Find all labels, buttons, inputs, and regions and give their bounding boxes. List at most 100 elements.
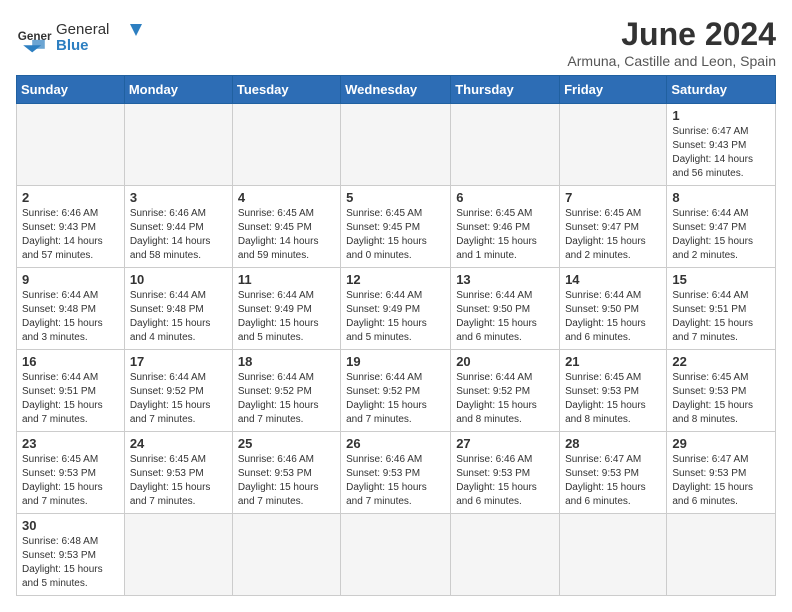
calendar-cell: 11Sunrise: 6:44 AM Sunset: 9:49 PM Dayli… — [232, 268, 340, 350]
day-info: Sunrise: 6:45 AM Sunset: 9:45 PM Dayligh… — [238, 207, 335, 263]
day-info: Sunrise: 6:44 AM Sunset: 9:52 PM Dayligh… — [238, 371, 335, 427]
day-info: Sunrise: 6:44 AM Sunset: 9:52 PM Dayligh… — [130, 371, 227, 427]
calendar-cell: 1 Sunrise: 6:47 AM Sunset: 9:43 PM Daylig… — [667, 104, 776, 186]
day-number: 29 — [672, 436, 770, 451]
calendar-cell: 10 Sunrise: 6:44 AM Sunset: 9:48 PM Dayli… — [124, 268, 232, 350]
day-number: 28 — [565, 436, 661, 451]
general-blue-logo: General Blue — [56, 16, 146, 54]
calendar-table: Sunday Monday Tuesday Wednesday Thursday… — [16, 75, 776, 596]
day-number: 19 — [346, 354, 445, 369]
calendar-cell: 8 Sunrise: 6:44 AM Sunset: 9:47 PM Daylig… — [667, 186, 776, 268]
calendar-cell: 26 Sunrise: 6:46 AM Sunset: 9:53 PM Dayli… — [341, 432, 451, 514]
day-info: Sunrise: 6:46 AM Sunset: 9:43 PM Dayligh… — [22, 207, 119, 263]
calendar-title: June 2024 — [567, 16, 776, 53]
day-info: Sunrise: 6:45 AM Sunset: 9:46 PM Dayligh… — [456, 207, 554, 263]
day-number: 6 — [456, 190, 554, 205]
day-info: Sunrise: 6:44 AM Sunset: 9:51 PM Dayligh… — [672, 289, 770, 345]
day-number: 1 — [672, 108, 770, 123]
day-number: 17 — [130, 354, 227, 369]
calendar-cell: 23 Sunrise: 6:45 AM Sunset: 9:53 PM Dayli… — [17, 432, 125, 514]
day-info: Sunrise: 6:47 AM Sunset: 9:53 PM Dayligh… — [565, 453, 661, 509]
day-number: 26 — [346, 436, 445, 451]
calendar-cell: 29 Sunrise: 6:47 AM Sunset: 9:53 PM Dayli… — [667, 432, 776, 514]
day-info: Sunrise: 6:44 AM Sunset: 9:52 PM Dayligh… — [346, 371, 445, 427]
week-row-4: 23 Sunrise: 6:45 AM Sunset: 9:53 PM Dayli… — [17, 432, 776, 514]
day-number: 30 — [22, 518, 119, 533]
calendar-cell: 22Sunrise: 6:45 AM Sunset: 9:53 PM Dayli… — [667, 350, 776, 432]
col-wednesday: Wednesday — [341, 76, 451, 104]
day-info: Sunrise: 6:47 AM Sunset: 9:43 PM Dayligh… — [672, 125, 770, 181]
day-number: 11 — [238, 272, 335, 287]
calendar-cell: 30Sunrise: 6:48 AM Sunset: 9:53 PM Dayli… — [17, 514, 125, 596]
day-info: Sunrise: 6:45 AM Sunset: 9:53 PM Dayligh… — [565, 371, 661, 427]
day-number: 20 — [456, 354, 554, 369]
col-friday: Friday — [560, 76, 667, 104]
calendar-cell — [232, 104, 340, 186]
calendar-cell: 27 Sunrise: 6:46 AM Sunset: 9:53 PM Dayli… — [451, 432, 560, 514]
title-area: June 2024 Armuna, Castille and Leon, Spa… — [567, 16, 776, 69]
week-row-0: 1 Sunrise: 6:47 AM Sunset: 9:43 PM Daylig… — [17, 104, 776, 186]
day-info: Sunrise: 6:44 AM Sunset: 9:47 PM Dayligh… — [672, 207, 770, 263]
day-info: Sunrise: 6:44 AM Sunset: 9:48 PM Dayligh… — [130, 289, 227, 345]
calendar-cell: 25Sunrise: 6:46 AM Sunset: 9:53 PM Dayli… — [232, 432, 340, 514]
day-number: 5 — [346, 190, 445, 205]
col-sunday: Sunday — [17, 76, 125, 104]
calendar-cell: 2 Sunrise: 6:46 AM Sunset: 9:43 PM Daylig… — [17, 186, 125, 268]
calendar-cell — [17, 104, 125, 186]
day-number: 21 — [565, 354, 661, 369]
calendar-cell — [124, 514, 232, 596]
header: General General Blue June 2024 Armuna, C… — [16, 16, 776, 69]
calendar-cell — [451, 104, 560, 186]
day-info: Sunrise: 6:44 AM Sunset: 9:48 PM Dayligh… — [22, 289, 119, 345]
day-number: 27 — [456, 436, 554, 451]
calendar-cell — [124, 104, 232, 186]
day-info: Sunrise: 6:46 AM Sunset: 9:53 PM Dayligh… — [238, 453, 335, 509]
day-number: 23 — [22, 436, 119, 451]
day-number: 4 — [238, 190, 335, 205]
calendar-cell: 9 Sunrise: 6:44 AM Sunset: 9:48 PM Daylig… — [17, 268, 125, 350]
calendar-cell: 7Sunrise: 6:45 AM Sunset: 9:47 PM Daylig… — [560, 186, 667, 268]
calendar-cell — [341, 104, 451, 186]
col-thursday: Thursday — [451, 76, 560, 104]
day-info: Sunrise: 6:45 AM Sunset: 9:53 PM Dayligh… — [672, 371, 770, 427]
day-number: 18 — [238, 354, 335, 369]
calendar-cell: 16Sunrise: 6:44 AM Sunset: 9:51 PM Dayli… — [17, 350, 125, 432]
day-number: 8 — [672, 190, 770, 205]
day-info: Sunrise: 6:45 AM Sunset: 9:53 PM Dayligh… — [22, 453, 119, 509]
col-monday: Monday — [124, 76, 232, 104]
calendar-cell: 17 Sunrise: 6:44 AM Sunset: 9:52 PM Dayli… — [124, 350, 232, 432]
day-info: Sunrise: 6:44 AM Sunset: 9:50 PM Dayligh… — [456, 289, 554, 345]
day-info: Sunrise: 6:46 AM Sunset: 9:53 PM Dayligh… — [456, 453, 554, 509]
week-row-5: 30Sunrise: 6:48 AM Sunset: 9:53 PM Dayli… — [17, 514, 776, 596]
col-saturday: Saturday — [667, 76, 776, 104]
logo-icon: General — [16, 20, 52, 56]
day-number: 10 — [130, 272, 227, 287]
day-number: 24 — [130, 436, 227, 451]
calendar-cell: 6 Sunrise: 6:45 AM Sunset: 9:46 PM Daylig… — [451, 186, 560, 268]
day-number: 2 — [22, 190, 119, 205]
calendar-cell: 3Sunrise: 6:46 AM Sunset: 9:44 PM Daylig… — [124, 186, 232, 268]
svg-text:General: General — [56, 21, 109, 38]
day-info: Sunrise: 6:46 AM Sunset: 9:44 PM Dayligh… — [130, 207, 227, 263]
calendar-cell: 4 Sunrise: 6:45 AM Sunset: 9:45 PM Daylig… — [232, 186, 340, 268]
day-number: 12 — [346, 272, 445, 287]
calendar-cell — [451, 514, 560, 596]
col-tuesday: Tuesday — [232, 76, 340, 104]
calendar-header-row: Sunday Monday Tuesday Wednesday Thursday… — [17, 76, 776, 104]
day-info: Sunrise: 6:44 AM Sunset: 9:49 PM Dayligh… — [346, 289, 445, 345]
day-number: 9 — [22, 272, 119, 287]
calendar-cell: 21 Sunrise: 6:45 AM Sunset: 9:53 PM Dayli… — [560, 350, 667, 432]
day-info: Sunrise: 6:44 AM Sunset: 9:52 PM Dayligh… — [456, 371, 554, 427]
day-number: 14 — [565, 272, 661, 287]
day-info: Sunrise: 6:44 AM Sunset: 9:50 PM Dayligh… — [565, 289, 661, 345]
day-info: Sunrise: 6:47 AM Sunset: 9:53 PM Dayligh… — [672, 453, 770, 509]
day-info: Sunrise: 6:45 AM Sunset: 9:45 PM Dayligh… — [346, 207, 445, 263]
day-number: 16 — [22, 354, 119, 369]
day-number: 15 — [672, 272, 770, 287]
calendar-cell — [232, 514, 340, 596]
week-row-3: 16Sunrise: 6:44 AM Sunset: 9:51 PM Dayli… — [17, 350, 776, 432]
day-info: Sunrise: 6:46 AM Sunset: 9:53 PM Dayligh… — [346, 453, 445, 509]
svg-text:Blue: Blue — [56, 37, 89, 54]
day-number: 7 — [565, 190, 661, 205]
week-row-1: 2 Sunrise: 6:46 AM Sunset: 9:43 PM Daylig… — [17, 186, 776, 268]
